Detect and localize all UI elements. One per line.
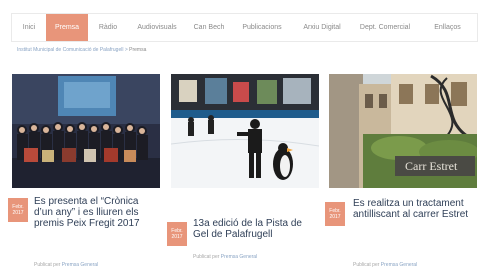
date-year: 2017 [171,234,183,240]
post-card: Febr. 2017 Es presenta el “Crònica d’un … [8,74,160,276]
breadcrumb-separator: > [124,47,128,53]
nav-item-can-bech[interactable]: Can Bech [186,14,232,41]
nav-item-publicacions[interactable]: Publicacions [232,14,292,41]
post-meta: Publicat per Premsa General [193,254,257,260]
date-badge: Febr. 2017 [325,202,345,226]
breadcrumb-current: Premsa [129,47,147,53]
nav-item-premsa[interactable]: Premsa [46,14,88,41]
nav-item-enllacos[interactable]: Enllaços [418,14,477,41]
post-card: Febr. 2017 13a edició de la Pista de Gel… [167,74,319,276]
date-badge: Febr. 2017 [167,222,187,246]
date-year: 2017 [329,214,341,220]
post-meta-prefix: Publicat per [34,262,61,268]
post-meta: Publicat per Premsa General [34,262,98,268]
date-year: 2017 [12,210,24,216]
post-author-link[interactable]: Premsa General [221,254,257,260]
breadcrumb-link-home[interactable]: Institut Municipal de Comunicació de Pal… [17,47,123,53]
date-badge: Febr. 2017 [8,198,28,222]
nav-item-dept-comercial[interactable]: Dept. Comercial [352,14,418,41]
street-sign-lettering: Carr Estret [405,159,458,173]
nav-item-radio[interactable]: Ràdio [88,14,128,41]
nav-item-arxiu-digital[interactable]: Arxiu Digital [292,14,352,41]
post-meta-prefix: Publicat per [353,262,380,268]
nav-item-audiovisuals[interactable]: Audiovisuals [128,14,186,41]
ice-rink-photo-image [171,74,319,188]
post-thumbnail-street[interactable]: Carr Estret [329,74,477,188]
main-nav: Inici Premsa Ràdio Audiovisuals Can Bech… [12,14,477,41]
post-meta: Publicat per Premsa General [353,262,417,268]
post-title-link[interactable]: Es realitza un tractament antilliscant a… [353,198,475,220]
breadcrumb: Institut Municipal de Comunicació de Pal… [17,47,146,53]
post-title-link[interactable]: Es presenta el “Crònica d’un any” i es l… [34,196,158,229]
post-meta-prefix: Publicat per [193,254,220,260]
nav-item-inici[interactable]: Inici [12,14,46,41]
post-thumbnail-awards[interactable] [12,74,160,188]
street-photo-image: Carr Estret [329,74,477,188]
post-card: Carr Estret Febr. 2017 Es realitza un tr… [325,74,477,276]
awards-photo-image [12,74,160,188]
post-thumbnail-ice-rink[interactable] [171,74,319,188]
post-author-link[interactable]: Premsa General [381,262,417,268]
post-title-link[interactable]: 13a edició de la Pista de Gel de Palafru… [193,218,317,240]
post-author-link[interactable]: Premsa General [62,262,98,268]
